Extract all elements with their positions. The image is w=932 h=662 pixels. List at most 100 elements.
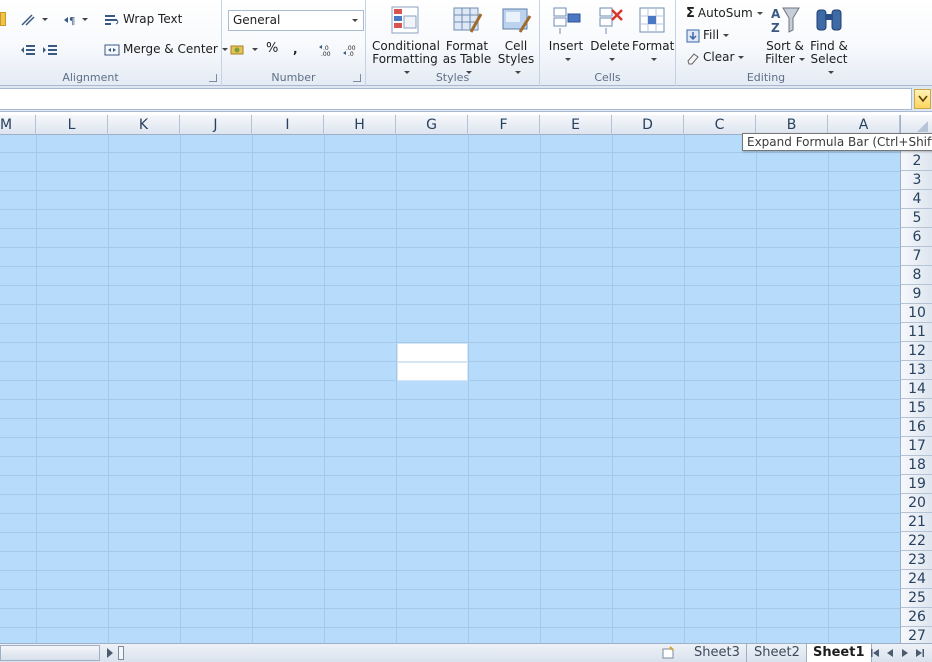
row-header-9[interactable]: 9 (901, 285, 932, 304)
increase-indent-button[interactable] (42, 38, 58, 60)
insert-sheet-icon[interactable] (661, 646, 675, 660)
column-header-g[interactable]: G (396, 115, 468, 135)
column-header-d[interactable]: D (612, 115, 684, 135)
column-header-e[interactable]: E (540, 115, 612, 135)
row-header-8[interactable]: 8 (901, 266, 932, 285)
sheet-tab-bar: Sheet3 Sheet2 Sheet1 (0, 643, 932, 662)
row-header-21[interactable]: 21 (901, 513, 932, 532)
row-header-13[interactable]: 13 (901, 361, 932, 380)
chevron-down-icon (352, 19, 358, 22)
sigma-icon: Σ (686, 5, 695, 21)
row-header-27[interactable]: 27 (901, 627, 932, 643)
percent-style-button[interactable]: % (266, 38, 278, 60)
conditional-formatting-icon (391, 6, 419, 34)
row-header-24[interactable]: 24 (901, 570, 932, 589)
last-sheet-icon[interactable] (915, 647, 925, 659)
row-header-3[interactable]: 3 (901, 171, 932, 190)
format-cells-label: Format (632, 39, 675, 53)
sort-filter-button[interactable]: AZ Sort & Filter (764, 4, 806, 66)
row-header-4[interactable]: 4 (901, 190, 932, 209)
orientation-button[interactable] (20, 8, 48, 30)
expand-formula-bar-button[interactable] (914, 89, 931, 109)
row-header-15[interactable]: 15 (901, 399, 932, 418)
column-header-a[interactable]: A (828, 115, 900, 135)
row-header-16[interactable]: 16 (901, 418, 932, 437)
editing-group: Σ AutoSum Fill Clear AZ Sort & Filter Fin… (676, 0, 856, 86)
column-header-j[interactable]: J (180, 115, 252, 135)
row-header-25[interactable]: 25 (901, 589, 932, 608)
first-sheet-icon[interactable] (870, 647, 880, 659)
scroll-right-icon[interactable] (103, 646, 117, 660)
decrease-decimal-button[interactable]: .00.0 (342, 38, 360, 60)
column-header-i[interactable]: I (252, 115, 324, 135)
autosum-button[interactable]: Σ AutoSum (686, 2, 763, 24)
accounting-format-button[interactable] (230, 38, 258, 60)
column-header-m[interactable]: M (0, 115, 36, 135)
delete-cells-button[interactable]: Delete (590, 4, 630, 66)
find-select-button[interactable]: Find & Select (808, 4, 850, 79)
sheet-tab-sheet1[interactable]: Sheet1 (806, 644, 872, 662)
insert-cells-icon (553, 7, 581, 34)
svg-text:¶: ¶ (69, 16, 75, 27)
conditional-formatting-button[interactable]: Conditional Formatting (372, 4, 440, 79)
number-format-dropdown[interactable]: General (228, 10, 364, 31)
number-dialog-launcher[interactable] (353, 74, 361, 82)
row-header-26[interactable]: 26 (901, 608, 932, 627)
row-header-5[interactable]: 5 (901, 209, 932, 228)
format-as-table-button[interactable]: Format as Table (442, 4, 492, 79)
format-cells-button[interactable]: Format (632, 4, 675, 66)
row-header-11[interactable]: 11 (901, 323, 932, 342)
next-sheet-icon[interactable] (900, 647, 910, 659)
formula-input[interactable] (0, 88, 912, 110)
svg-text:.0: .0 (348, 51, 354, 57)
cell-G12[interactable] (397, 343, 468, 362)
row-header-18[interactable]: 18 (901, 456, 932, 475)
row-header-7[interactable]: 7 (901, 247, 932, 266)
merge-center-button[interactable]: Merge & Center (104, 38, 228, 60)
svg-text:A: A (771, 7, 781, 21)
column-header-f[interactable]: F (468, 115, 540, 135)
row-header-10[interactable]: 10 (901, 304, 932, 323)
column-header-b[interactable]: B (756, 115, 828, 135)
row-header-2[interactable]: 2 (901, 152, 932, 171)
decrease-indent-button[interactable] (20, 38, 36, 60)
insert-cells-button[interactable]: Insert (546, 4, 586, 66)
row-header-22[interactable]: 22 (901, 532, 932, 551)
row-header-12[interactable]: 12 (901, 342, 932, 361)
align-left-button[interactable] (0, 8, 8, 30)
horizontal-scrollbar-track[interactable] (0, 645, 100, 661)
row-header-14[interactable]: 14 (901, 380, 932, 399)
orientation-icon (21, 13, 35, 26)
alignment-group-label: Alignment (62, 71, 119, 84)
row-header-19[interactable]: 19 (901, 475, 932, 494)
row-header-17[interactable]: 17 (901, 437, 932, 456)
select-all-button[interactable] (900, 115, 932, 135)
column-header-c[interactable]: C (684, 115, 756, 135)
horizontal-scrollbar-thumb[interactable] (118, 646, 124, 660)
row-header-20[interactable]: 20 (901, 494, 932, 513)
increase-decimal-button[interactable]: .0.00 (318, 38, 336, 60)
column-header-l[interactable]: L (36, 115, 108, 135)
clear-button[interactable]: Clear (686, 46, 745, 68)
column-header-h[interactable]: H (324, 115, 396, 135)
wrap-text-button[interactable]: Wrap Text (104, 8, 182, 30)
row-header-6[interactable]: 6 (901, 228, 932, 247)
sheet-tab-sheet3[interactable]: Sheet3 (688, 644, 747, 662)
cell-G13[interactable] (397, 362, 468, 381)
row-header-23[interactable]: 23 (901, 551, 932, 570)
previous-sheet-icon[interactable] (885, 647, 895, 659)
sheet-tab-sheet2[interactable]: Sheet2 (748, 644, 807, 662)
cell-grid[interactable] (0, 135, 900, 643)
number-group: General % , .0.00 .00.0 Number (222, 0, 366, 86)
row-header: 2 3 4 5 6 7 8 9 10 11 12 13 14 15 16 17 18 19 20 21 22 23 24 25… (900, 135, 932, 643)
alignment-dialog-launcher[interactable] (209, 74, 217, 82)
column-header-k[interactable]: K (108, 115, 180, 135)
styles-group: Conditional Formatting Format as Table C… (366, 0, 540, 86)
autosum-label: AutoSum (697, 6, 753, 20)
comma-style-button[interactable]: , (293, 38, 298, 60)
cell-styles-button[interactable]: Cell Styles (494, 4, 538, 79)
fill-button[interactable]: Fill (686, 24, 730, 46)
binoculars-icon (816, 9, 842, 31)
eraser-icon (687, 52, 699, 64)
text-direction-button[interactable]: ¶ (62, 8, 88, 30)
